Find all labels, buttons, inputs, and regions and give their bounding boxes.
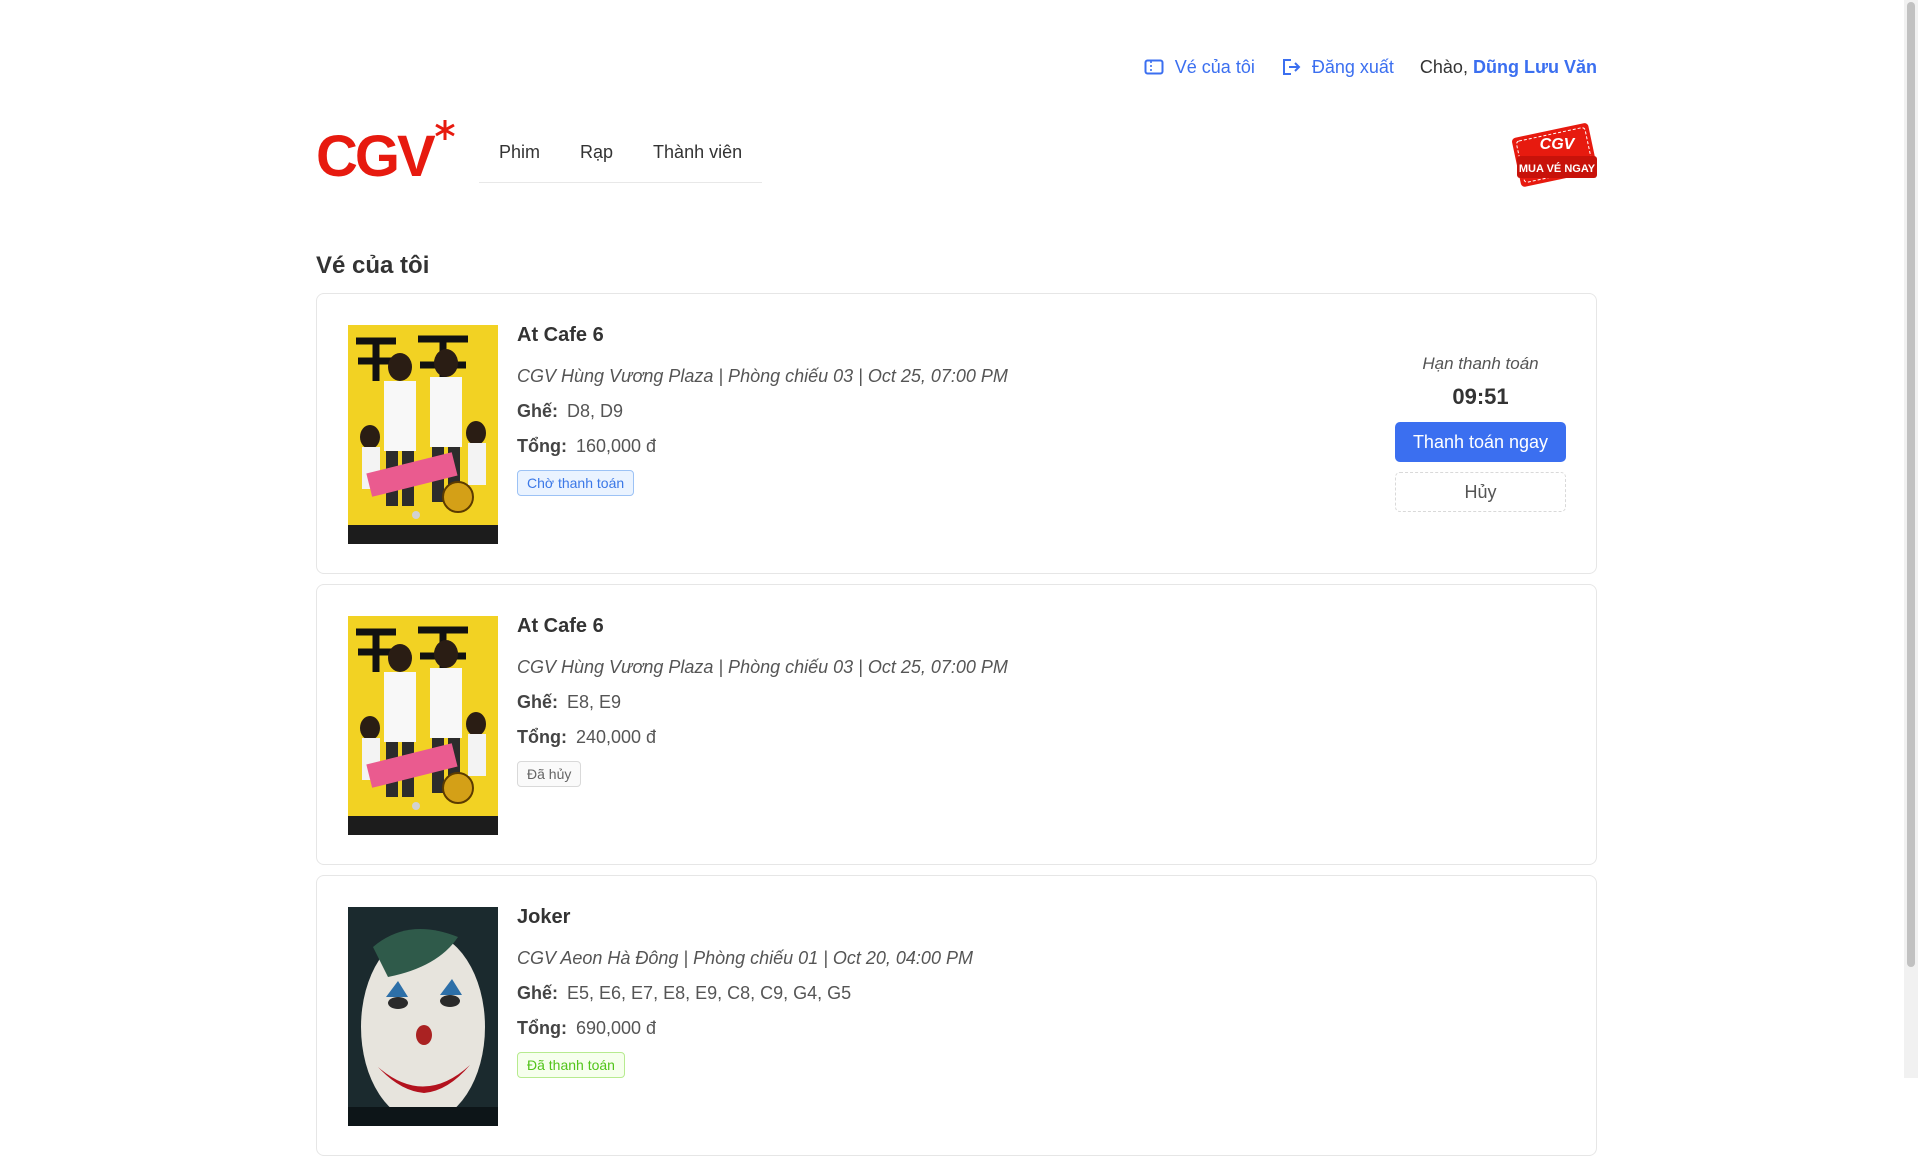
movie-poster-at-cafe-6[interactable] [348, 616, 498, 835]
seats-value: E8, E9 [567, 692, 622, 712]
movie-title[interactable]: At Cafe 6 [517, 324, 1008, 347]
seats-row: Ghế: E8, E9 [517, 692, 1008, 713]
poster-image [348, 616, 498, 835]
cancel-ticket-button[interactable]: Hủy [1395, 472, 1566, 512]
greeting-text: Chào, [1419, 56, 1468, 77]
user-greeting: Chào, Dũng Lưu Văn [1420, 57, 1597, 78]
total-label: Tổng: [517, 1018, 567, 1038]
total-value: 160,000 đ [575, 436, 657, 456]
seats-label: Ghế: [517, 401, 559, 421]
nav-item-members[interactable]: Thành viên [653, 132, 742, 182]
cgv-logo-mark: CGV [316, 120, 455, 189]
status-badge: Đã hủy [517, 761, 582, 787]
ticket-card: At Cafe 6 CGV Hùng Vương Plaza | Phòng c… [316, 293, 1597, 574]
buy-ticket-button[interactable]: CGV MUA VÉ NGAY [1511, 116, 1598, 188]
status-badge: Đã thanh toán [517, 1052, 625, 1078]
ticket-card: At Cafe 6 CGV Hùng Vương Plaza | Phòng c… [316, 584, 1597, 865]
pay-now-button[interactable]: Thanh toán ngay [1395, 422, 1566, 462]
total-row: Tổng: 240,000 đ [517, 727, 1008, 748]
logo-star [435, 120, 455, 140]
cgv-logo[interactable]: CGV [316, 118, 456, 189]
movie-title[interactable]: At Cafe 6 [517, 615, 1008, 638]
logout-label: Đăng xuất [1311, 56, 1394, 77]
payment-box: Hạn thanh toán 09:51 Thanh toán ngay Hủy [1395, 354, 1566, 512]
poster-image [348, 907, 498, 1126]
seats-row: Ghế: E5, E6, E7, E8, E9, C8, C9, G4, G5 [517, 983, 973, 1004]
status-badge: Chờ thanh toán [517, 470, 635, 496]
nav-item-movies[interactable]: Phim [499, 132, 540, 182]
my-tickets-label: Vé của tôi [1174, 56, 1255, 77]
payment-countdown: 09:51 [1452, 384, 1509, 409]
ticket-info: At Cafe 6 CGV Hùng Vương Plaza | Phòng c… [517, 324, 1008, 496]
nav-item-cinemas[interactable]: Rạp [580, 132, 613, 182]
buy-ticket-badge: CGV MUA VÉ NGAY [1512, 123, 1598, 187]
seats-row: Ghế: D8, D9 [517, 401, 1008, 422]
total-label: Tổng: [517, 727, 567, 747]
payment-deadline-label: Hạn thanh toán [1422, 354, 1539, 373]
ticket-card: Joker CGV Aeon Hà Đông | Phòng chiếu 01 … [316, 875, 1597, 1156]
movie-title[interactable]: Joker [517, 906, 973, 929]
total-row: Tổng: 690,000 đ [517, 1018, 973, 1039]
seats-value: D8, D9 [567, 401, 624, 421]
total-row: Tổng: 160,000 đ [517, 436, 1008, 457]
my-tickets-link[interactable]: Vé của tôi [1144, 57, 1255, 78]
showtime-meta: CGV Hùng Vương Plaza | Phòng chiếu 03 | … [517, 657, 1008, 677]
page-title: Vé của tôi [316, 252, 430, 279]
showtime-meta: CGV Aeon Hà Đông | Phòng chiếu 01 | Oct … [517, 948, 973, 968]
ticket-info: Joker CGV Aeon Hà Đông | Phòng chiếu 01 … [517, 906, 973, 1078]
total-label: Tổng: [517, 436, 567, 456]
page-scrollbar[interactable] [1904, 0, 1918, 1078]
logout-link[interactable]: Đăng xuất [1281, 57, 1394, 78]
seats-label: Ghế: [517, 692, 559, 712]
ticket-info: At Cafe 6 CGV Hùng Vương Plaza | Phòng c… [517, 615, 1008, 787]
top-bar: Vé của tôi Đăng xuất Chào, Dũng Lưu Văn [1118, 53, 1597, 81]
logout-icon [1282, 59, 1301, 75]
user-name[interactable]: Dũng Lưu Văn [1473, 57, 1597, 77]
showtime-meta: CGV Hùng Vương Plaza | Phòng chiếu 03 | … [517, 366, 1008, 386]
seats-label: Ghế: [517, 983, 559, 1003]
ticket-icon [1144, 59, 1164, 75]
movie-poster-joker[interactable] [348, 907, 498, 1126]
movie-poster-at-cafe-6[interactable] [348, 325, 498, 544]
poster-image [348, 325, 498, 544]
scrollbar-thumb[interactable] [1907, 2, 1915, 967]
buy-ticket-label: MUA VÉ NGAY [1519, 162, 1596, 175]
logo-text: CGV [316, 124, 436, 184]
seats-value: E5, E6, E7, E8, E9, C8, C9, G4, G5 [567, 983, 852, 1003]
main-nav: Phim Rạp Thành viên [479, 132, 763, 183]
total-value: 240,000 đ [575, 727, 657, 747]
buy-ticket-brand: CGV [1540, 136, 1576, 153]
total-value: 690,000 đ [575, 1018, 657, 1038]
